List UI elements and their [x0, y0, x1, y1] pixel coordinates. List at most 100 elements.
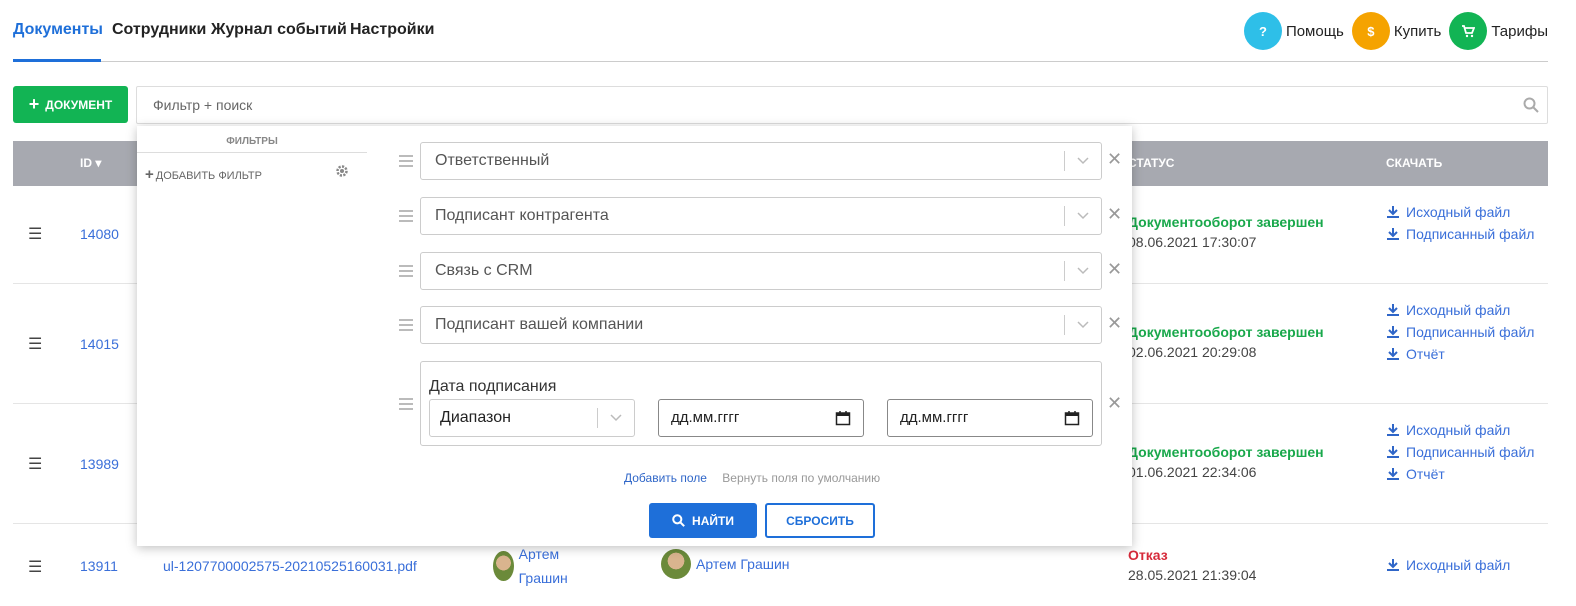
avatar: [493, 551, 514, 581]
status-time: 01.06.2021 22:34:06: [1128, 464, 1257, 480]
drag-handle-icon[interactable]: [399, 155, 413, 167]
filters-title: ФИЛЬТРЫ: [226, 136, 278, 147]
search-input[interactable]: [137, 87, 1547, 123]
status-text: Документооборот завершен: [1128, 324, 1324, 340]
status-cell: Документооборот завершен 01.06.2021 22:3…: [1128, 444, 1324, 480]
status-text: Документооборот завершен: [1128, 214, 1324, 230]
remove-filter-icon[interactable]: ✕: [1107, 259, 1122, 280]
drag-handle-icon[interactable]: [399, 319, 413, 331]
download-cell: Исходный файл Подписанный файл Отчёт: [1386, 419, 1536, 485]
remove-filter-icon[interactable]: ✕: [1107, 204, 1122, 225]
buy-button[interactable]: $ Купить: [1351, 12, 1442, 50]
row-id-link[interactable]: 13989: [80, 456, 119, 472]
drag-handle-icon[interactable]: [399, 210, 413, 222]
row-id-link[interactable]: 14015: [80, 336, 119, 352]
file-link[interactable]: ul-1207700002575-20210525160031.pdf: [163, 558, 417, 574]
responsible-select[interactable]: Ответственный: [420, 142, 1102, 180]
row-menu-icon[interactable]: ☰: [28, 224, 42, 244]
download-cell: Исходный файл: [1386, 554, 1536, 576]
help-button[interactable]: ? Помощь: [1243, 12, 1344, 50]
company-signer-select[interactable]: Подписант вашей компании: [420, 306, 1102, 344]
row-menu-icon[interactable]: ☰: [28, 557, 42, 577]
row-id-link[interactable]: 13911: [80, 558, 118, 574]
reset-fields-link[interactable]: Вернуть поля по умолчанию: [722, 471, 880, 485]
download-icon: [1387, 468, 1399, 480]
status-time: 02.06.2021 20:29:08: [1128, 344, 1257, 360]
status-column-header: Статус: [1128, 156, 1175, 170]
calendar-icon: [835, 411, 851, 426]
id-column-header[interactable]: ID ▾: [80, 156, 101, 170]
row-menu-icon[interactable]: ☰: [28, 454, 42, 474]
search-icon[interactable]: [1523, 97, 1539, 113]
row-id-link[interactable]: 14080: [80, 226, 119, 242]
filters-divider: [137, 152, 367, 153]
add-document-label: ДОКУМЕНТ: [45, 97, 113, 112]
chevron-down-icon: [1077, 212, 1089, 220]
download-signed-link[interactable]: Подписанный файл: [1386, 441, 1536, 463]
person-link[interactable]: Артем Грашин: [493, 542, 583, 590]
download-icon: [1387, 228, 1399, 240]
signing-date-filter: Дата подписания Диапазон дд.мм.гггг дд.м…: [420, 361, 1102, 446]
chevron-down-icon: [1077, 157, 1089, 165]
download-icon: [1387, 424, 1399, 436]
top-actions: ? Помощь $ Купить Тарифы: [1236, 12, 1548, 50]
tab-employees[interactable]: Сотрудники: [112, 21, 206, 39]
add-document-button[interactable]: + ДОКУМЕНТ: [13, 86, 128, 123]
remove-filter-icon[interactable]: ✕: [1107, 313, 1122, 334]
status-text: Документооборот завершен: [1128, 444, 1324, 460]
row-menu-icon[interactable]: ☰: [28, 334, 42, 354]
help-icon: ?: [1243, 12, 1282, 50]
download-original-link[interactable]: Исходный файл: [1386, 419, 1536, 441]
plus-icon: +: [28, 94, 40, 114]
gear-icon[interactable]: [335, 164, 349, 178]
date-to-input[interactable]: дд.мм.гггг: [887, 399, 1093, 437]
status-cell: Документооборот завершен 02.06.2021 20:2…: [1128, 324, 1324, 360]
filter-panel: ФИЛЬТРЫ + ДОБАВИТЬ ФИЛЬТР Ответственный ✕…: [137, 126, 1132, 546]
download-report-link[interactable]: Отчёт: [1386, 463, 1536, 485]
tab-settings[interactable]: Настройки: [350, 21, 434, 39]
chevron-down-icon: [1077, 321, 1089, 329]
counterparty-signer-select[interactable]: Подписант контрагента: [420, 197, 1102, 235]
download-signed-link[interactable]: Подписанный файл: [1386, 321, 1536, 343]
date-mode-select[interactable]: Диапазон: [429, 399, 635, 437]
status-cell: Документооборот завершен 08.06.2021 17:3…: [1128, 214, 1324, 250]
date-from-input[interactable]: дд.мм.гггг: [658, 399, 864, 437]
chevron-down-icon: [1077, 267, 1089, 275]
download-cell: Исходный файл Подписанный файл Отчёт: [1386, 299, 1536, 365]
search-box: [136, 86, 1548, 124]
tariffs-button[interactable]: Тарифы: [1449, 12, 1548, 50]
crm-link-select[interactable]: Связь с CRM: [420, 252, 1102, 290]
tab-event-log[interactable]: Журнал событий: [211, 21, 347, 39]
drag-handle-icon[interactable]: [399, 265, 413, 277]
download-original-link[interactable]: Исходный файл: [1386, 554, 1536, 576]
active-tab-indicator: [13, 59, 101, 62]
buy-label: Купить: [1393, 22, 1442, 40]
status-text: Отказ: [1128, 547, 1168, 563]
download-original-link[interactable]: Исходный файл: [1386, 201, 1536, 223]
drag-handle-icon[interactable]: [399, 398, 413, 410]
download-original-link[interactable]: Исходный файл: [1386, 299, 1536, 321]
download-icon: [1387, 326, 1399, 338]
remove-filter-icon[interactable]: ✕: [1107, 149, 1122, 170]
status-cell: Отказ 28.05.2021 21:39:04: [1128, 547, 1256, 583]
reset-button[interactable]: СБРОСИТЬ: [765, 503, 875, 538]
person-link[interactable]: Артем Грашин: [661, 549, 790, 579]
download-icon: [1387, 446, 1399, 458]
add-filter-button[interactable]: + ДОБАВИТЬ ФИЛЬТР: [145, 166, 262, 183]
status-time: 08.06.2021 17:30:07: [1128, 234, 1257, 250]
download-icon: [1387, 304, 1399, 316]
field-links: Добавить поле Вернуть поля по умолчанию: [624, 471, 880, 485]
find-button[interactable]: НАЙТИ: [649, 503, 757, 538]
download-icon: [1387, 348, 1399, 360]
add-field-link[interactable]: Добавить поле: [624, 471, 707, 485]
tariffs-label: Тарифы: [1491, 22, 1548, 40]
cart-icon: [1449, 12, 1488, 50]
download-icon: [1387, 559, 1399, 571]
status-time: 28.05.2021 21:39:04: [1128, 567, 1257, 583]
remove-filter-icon[interactable]: ✕: [1107, 393, 1122, 414]
plus-icon: +: [145, 166, 154, 183]
search-icon: [672, 514, 685, 527]
tab-documents[interactable]: Документы: [13, 21, 103, 39]
download-report-link[interactable]: Отчёт: [1386, 343, 1536, 365]
download-signed-link[interactable]: Подписанный файл: [1386, 223, 1536, 245]
